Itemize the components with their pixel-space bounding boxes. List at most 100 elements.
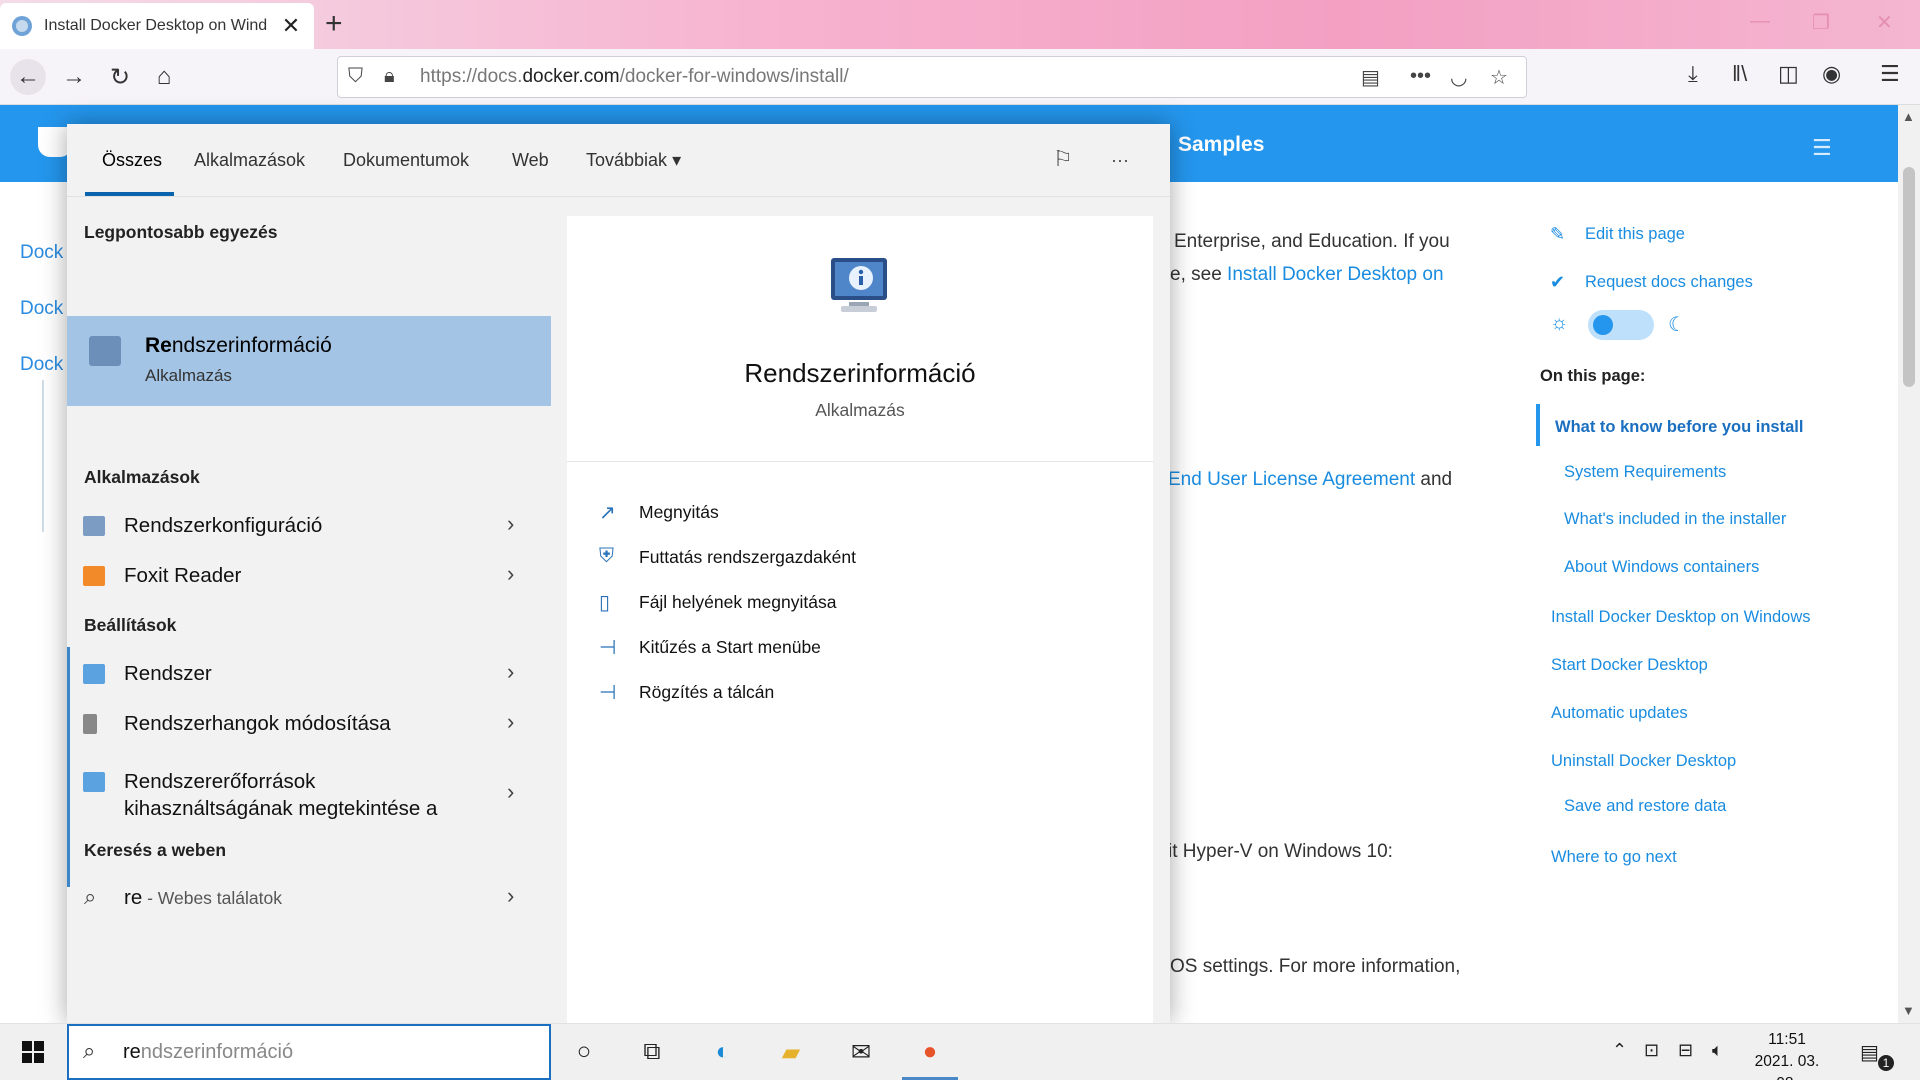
speaker-icon xyxy=(83,714,97,734)
chevron-right-icon[interactable]: › xyxy=(507,659,514,685)
task-view-icon[interactable]: ⧉ xyxy=(634,1034,670,1070)
monitor-icon xyxy=(83,772,105,792)
firefox-icon[interactable]: ● xyxy=(912,1034,948,1070)
toc-item[interactable]: What's included in the installer xyxy=(1564,510,1786,529)
network-icon[interactable]: ⊟ xyxy=(1678,1040,1693,1061)
tab-more[interactable]: Továbbiak ▾ xyxy=(586,150,681,171)
volume-icon[interactable]: 🔈︎ xyxy=(1712,1040,1723,1061)
clock-time: 11:51 xyxy=(1768,1031,1806,1048)
scroll-down-icon[interactable]: ▼ xyxy=(1902,1003,1915,1018)
tray-chevron-up-icon[interactable]: ⌃ xyxy=(1612,1040,1627,1061)
toc-item[interactable]: Start Docker Desktop xyxy=(1551,656,1708,675)
device-icon[interactable]: ⊡ xyxy=(1644,1040,1659,1061)
tab-documents[interactable]: Dokumentumok xyxy=(343,150,469,171)
chevron-right-icon[interactable]: › xyxy=(507,561,514,587)
result-item[interactable]: Rendszerhangok módosítása › xyxy=(67,699,551,749)
home-icon[interactable]: ⌂ xyxy=(146,59,182,95)
page-actions-icon[interactable]: ••• xyxy=(1410,65,1431,88)
left-nav-item[interactable]: Dock xyxy=(20,281,63,337)
body-text: it Hyper-V on Windows 10: xyxy=(1168,841,1393,862)
eula-link[interactable]: End User License Agreement xyxy=(1168,469,1415,490)
hamburger-menu-icon[interactable]: ☰ xyxy=(1880,61,1900,87)
result-item[interactable]: Rendszererőforrások kihasználtságának meg… xyxy=(67,757,551,821)
forward-arrow-icon[interactable]: → xyxy=(56,59,92,95)
bookmark-star-icon[interactable]: ☆ xyxy=(1490,65,1508,90)
lock-icon[interactable]: 🔒︎ xyxy=(384,65,395,88)
chevron-right-icon[interactable]: › xyxy=(507,883,514,909)
left-nav-item[interactable]: Dock xyxy=(20,225,63,281)
result-item[interactable]: Foxit Reader › xyxy=(67,551,551,601)
chevron-right-icon[interactable]: › xyxy=(507,779,514,805)
toc-item[interactable]: About Windows containers xyxy=(1564,558,1759,577)
reader-view-icon[interactable]: ▤ xyxy=(1361,65,1380,90)
tab-apps[interactable]: Alkalmazások xyxy=(194,150,305,171)
toc-item[interactable]: System Requirements xyxy=(1564,463,1726,482)
feedback-icon[interactable]: ⚐ xyxy=(1053,146,1073,172)
tab-web[interactable]: Web xyxy=(512,150,549,171)
url-bar[interactable]: ⛉ 🔒︎ https://docs.docker.com/docker-for-… xyxy=(337,56,1527,98)
downloads-icon[interactable]: ⤓ xyxy=(1688,61,1698,87)
toc-item[interactable]: Install Docker Desktop on Windows xyxy=(1551,608,1811,627)
minimize-icon[interactable]: — xyxy=(1750,10,1770,33)
account-icon[interactable]: ◉ xyxy=(1822,61,1841,87)
chevron-right-icon[interactable]: › xyxy=(507,511,514,537)
web-result-item[interactable]: ⌕ re - Webes találatok › xyxy=(67,873,551,923)
taskbar-search-input[interactable]: ⌕ rendszerinformáció xyxy=(67,1024,551,1080)
more-options-icon[interactable]: ··· xyxy=(1111,150,1129,171)
restore-icon[interactable]: ❐ xyxy=(1812,10,1830,35)
reload-icon[interactable]: ↻ xyxy=(102,59,138,95)
tab-close-icon[interactable]: ✕ xyxy=(280,13,302,39)
foxit-icon xyxy=(83,566,105,586)
docs-left-nav: Dock Dock Dock xyxy=(20,225,63,393)
chevron-right-icon[interactable]: › xyxy=(507,709,514,735)
checkmark-icon: ✔ xyxy=(1550,272,1566,292)
result-preview: Rendszerinformáció Alkalmazás ↗ Megnyitá… xyxy=(567,216,1153,1023)
best-match-title: Rendszerinformáció xyxy=(145,334,332,357)
taskbar-clock[interactable]: 11:51 2021. 03. 08. xyxy=(1742,1029,1832,1080)
tracking-shield-icon[interactable]: ⛉ xyxy=(348,65,363,88)
scroll-up-icon[interactable]: ▲ xyxy=(1902,109,1915,124)
browser-tab[interactable]: Install Docker Desktop on Wind ✕ xyxy=(0,3,314,49)
close-window-icon[interactable]: ✕ xyxy=(1876,10,1893,35)
search-input-text[interactable]: rendszerinformáció xyxy=(123,1041,293,1064)
sidebar-icon[interactable]: ◫ xyxy=(1778,61,1799,87)
chevron-down-icon: ▾ xyxy=(672,150,682,170)
cortana-icon[interactable]: ○ xyxy=(566,1034,602,1070)
samples-link[interactable]: Samples xyxy=(1178,133,1264,157)
new-tab-plus-icon[interactable]: + xyxy=(325,9,343,39)
edge-browser-icon[interactable]: ◐ xyxy=(705,1034,741,1070)
edit-page-link[interactable]: Edit this page xyxy=(1585,225,1685,244)
result-label: Rendszer xyxy=(124,662,212,685)
edit-pencil-icon[interactable]: ✎ xyxy=(1550,224,1565,245)
library-icon[interactable]: ‖\ xyxy=(1732,61,1747,87)
back-arrow-icon[interactable]: ← xyxy=(10,59,46,95)
scrollbar-thumb[interactable] xyxy=(1903,167,1915,387)
pocket-icon[interactable]: ◡ xyxy=(1450,65,1467,90)
result-label: Rendszererőforrások kihasználtságának meg… xyxy=(124,770,438,820)
install-docker-link[interactable]: Install Docker Desktop on xyxy=(1227,264,1444,285)
mail-icon[interactable]: ✉ xyxy=(843,1034,879,1070)
best-match-type: Alkalmazás xyxy=(145,366,232,385)
result-item[interactable]: Rendszerkonfiguráció › xyxy=(67,501,551,551)
toc-item[interactable]: Save and restore data xyxy=(1564,797,1726,816)
toc-item[interactable]: Where to go next xyxy=(1551,848,1677,867)
file-explorer-icon[interactable]: ▰ xyxy=(773,1034,809,1070)
system-info-icon xyxy=(89,336,121,366)
action-label: Megnyitás xyxy=(639,502,719,522)
best-match-result[interactable]: Rendszerinformáció Alkalmazás xyxy=(67,316,551,406)
preview-divider xyxy=(567,461,1153,462)
page-scrollbar[interactable]: ▲ ▼ xyxy=(1898,105,1920,1023)
tab-all[interactable]: Összes xyxy=(102,150,162,171)
start-windows-icon[interactable] xyxy=(22,1041,44,1063)
result-label: Rendszerhangok módosítása xyxy=(124,712,391,735)
toc-item[interactable]: Uninstall Docker Desktop xyxy=(1551,752,1736,771)
action-center-icon[interactable]: ▤ xyxy=(1860,1040,1879,1065)
theme-toggle[interactable] xyxy=(1588,310,1654,340)
result-item[interactable]: Rendszer › xyxy=(67,649,551,699)
menu-list-icon[interactable]: ☰ xyxy=(1812,135,1832,161)
request-changes-link[interactable]: Request docs changes xyxy=(1585,273,1753,292)
url-text[interactable]: https://docs.docker.com/docker-for-windo… xyxy=(420,66,849,88)
left-nav-rule xyxy=(42,380,44,532)
toc-item[interactable]: What to know before you install xyxy=(1555,418,1803,437)
toc-item[interactable]: Automatic updates xyxy=(1551,704,1688,723)
